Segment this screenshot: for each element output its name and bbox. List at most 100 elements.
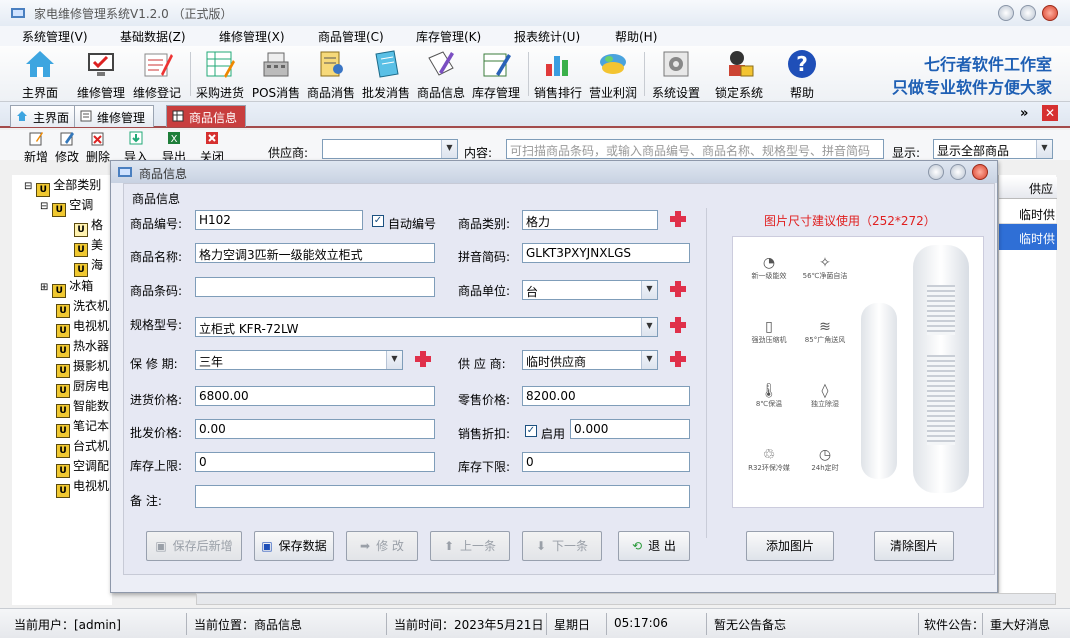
auto-code-checkbox[interactable]: ✓ <box>372 215 384 227</box>
tab-goods-info[interactable]: 商品信息 <box>166 105 247 127</box>
add-spec-icon[interactable] <box>668 315 688 335</box>
toolbar-lock-button[interactable]: 锁定系统 <box>712 48 766 100</box>
main-toolbar: 主界面 维修管理 维修登记 采购进货 POS消售 商品消售 批发消售 商品信息 … <box>0 46 1070 102</box>
wholesale-price-field[interactable]: 0.00 <box>195 419 435 439</box>
menu-base-data[interactable]: 基础数据(Z) <box>120 28 186 45</box>
pinyin-field[interactable]: GLKT3PXYJNXLGS <box>522 243 690 263</box>
tree-node[interactable]: U 摄影机 <box>56 356 109 378</box>
tree-node[interactable]: U 洗衣机 <box>56 296 109 318</box>
tree-node[interactable]: U 热水器 <box>56 336 109 358</box>
toolbar-stock-button[interactable]: 库存管理 <box>469 48 523 100</box>
tree-node[interactable]: U美 <box>74 235 103 257</box>
display-select[interactable]: 显示全部商品 ▼ <box>933 139 1053 159</box>
tab-repair[interactable]: 维修管理 <box>74 105 155 127</box>
grid-header[interactable]: 供应 <box>999 177 1057 199</box>
add-warranty-icon[interactable] <box>413 349 433 369</box>
tree-root[interactable]: ⊟ U 全部类别 <box>24 175 101 197</box>
tree-node[interactable]: ⊞ U 冰箱 <box>40 276 93 298</box>
add-supplier-icon[interactable] <box>668 349 688 369</box>
next-button[interactable]: ⬇ 下一条 <box>522 531 602 561</box>
barcode-field[interactable] <box>195 277 435 297</box>
menu-system[interactable]: 系统管理(V) <box>22 28 88 45</box>
unit-select[interactable]: 台 ▼ <box>522 280 658 300</box>
prev-button[interactable]: ⬆ 上一条 <box>430 531 510 561</box>
toolbar-help-button[interactable]: ? 帮助 <box>775 48 829 100</box>
supplier-field-label: 供 应 商: <box>458 357 506 371</box>
tree-node[interactable]: U 电视机 <box>56 316 109 338</box>
save-button[interactable]: ▣ 保存数据 <box>254 531 334 561</box>
tree-node[interactable]: U 智能数 <box>56 396 109 418</box>
discount-enable-checkbox[interactable]: ✓ <box>525 425 537 437</box>
tree-node[interactable]: U 笔记本 <box>56 416 109 438</box>
toolbar-purchase-button[interactable]: 采购进货 <box>193 48 247 100</box>
menu-goods[interactable]: 商品管理(C) <box>318 28 384 45</box>
toolbar-sales-rank-button[interactable]: 销售排行 <box>531 48 585 100</box>
tree-node[interactable]: U 电视机 <box>56 476 109 498</box>
add-button[interactable]: 新增 <box>22 130 50 165</box>
table-row[interactable]: 临时供 <box>999 202 1057 224</box>
close-button[interactable] <box>1042 5 1058 21</box>
search-input[interactable]: 可扫描商品条码，或输入商品编号、商品名称、规格型号、拼音简码 <box>506 139 884 159</box>
warranty-label: 保 修 期: <box>130 357 178 371</box>
tab-home[interactable]: 主界面 <box>10 105 79 127</box>
menu-help[interactable]: 帮助(H) <box>615 28 657 45</box>
table-row-selected[interactable]: 临时供 <box>999 224 1057 250</box>
toolbar-profit-button[interactable]: 营业利润 <box>586 48 640 100</box>
dialog-minimize-button[interactable] <box>928 164 944 180</box>
exit-button[interactable]: ⟲ 退 出 <box>618 531 690 561</box>
product-image[interactable]: ◔ 新一级能效 ✧ 56℃净菌自洁 ▯ 强劲压缩机 ≋ 85°广角送风 🌡 8℃保温 ◊ 独… <box>732 236 984 508</box>
menu-repair[interactable]: 维修管理(X) <box>219 28 285 45</box>
tree-node[interactable]: U 厨房电 <box>56 376 109 398</box>
tree-node[interactable]: U格 <box>74 215 103 237</box>
minimize-button[interactable] <box>998 5 1014 21</box>
edit-button[interactable]: 修改 <box>53 130 81 165</box>
remark-field[interactable] <box>195 485 690 508</box>
close-tab-icon[interactable]: ✕ <box>1042 105 1058 121</box>
toolbar-goods-sale-button[interactable]: 商品消售 <box>304 48 358 100</box>
menu-stock[interactable]: 库存管理(K) <box>416 28 481 45</box>
retail-price-field[interactable]: 8200.00 <box>522 386 690 406</box>
delete-button[interactable]: 删除 <box>84 130 112 165</box>
horizontal-scrollbar[interactable] <box>196 593 1056 605</box>
toolbar-home-button[interactable]: 主界面 <box>13 48 67 100</box>
name-field[interactable]: 格力空调3匹新一级能效立柜式 <box>195 243 435 263</box>
maximize-button[interactable] <box>1020 5 1036 21</box>
tree-node[interactable]: ⊟ U 空调 <box>40 195 93 217</box>
stock-lower-field[interactable]: 0 <box>522 452 690 472</box>
category-field[interactable]: 格力 <box>522 210 658 230</box>
chevron-down-icon: ▼ <box>641 318 657 336</box>
toolbar-settings-button[interactable]: 系统设置 <box>649 48 703 100</box>
stock-lower-label: 库存下限: <box>458 460 511 474</box>
modify-button[interactable]: ➡ 修 改 <box>346 531 418 561</box>
add-unit-icon[interactable] <box>668 279 688 299</box>
clear-image-button[interactable]: 清除图片 <box>874 531 954 561</box>
dialog-close-button[interactable] <box>972 164 988 180</box>
spec-select[interactable]: 立柜式 KFR-72LW ▼ <box>195 317 658 337</box>
add-category-icon[interactable] <box>668 209 688 229</box>
tree-node[interactable]: U海 <box>74 255 103 277</box>
discount-field[interactable]: 0.000 <box>570 419 690 439</box>
purchase-price-label: 进货价格: <box>130 393 183 407</box>
add-doc-icon <box>29 132 43 146</box>
purchase-price-field[interactable]: 6800.00 <box>195 386 435 406</box>
tree-node[interactable]: U 台式机 <box>56 436 109 458</box>
stock-upper-field[interactable]: 0 <box>195 452 435 472</box>
home-icon <box>17 111 27 121</box>
supplier-field-select[interactable]: 临时供应商 ▼ <box>522 350 658 370</box>
menu-report[interactable]: 报表统计(U) <box>514 28 580 45</box>
dialog-maximize-button[interactable] <box>950 164 966 180</box>
double-chevron-icon[interactable]: » <box>1020 106 1028 121</box>
code-field[interactable]: H102 <box>195 210 363 230</box>
warranty-select[interactable]: 三年 ▼ <box>195 350 403 370</box>
toolbar-goods-info-button[interactable]: 商品信息 <box>414 48 468 100</box>
supplier-select[interactable]: ▼ <box>322 139 458 159</box>
slogan-line-2: 只做专业软件方便大家 <box>891 78 1052 97</box>
save-and-new-button[interactable]: ▣ 保存后新增 <box>146 531 242 561</box>
toolbar-wholesale-button[interactable]: 批发消售 <box>359 48 413 100</box>
tree-node[interactable]: U 空调配 <box>56 456 109 478</box>
toolbar-pos-button[interactable]: POS消售 <box>249 48 303 100</box>
toolbar-repair-register-button[interactable]: 维修登记 <box>130 48 184 100</box>
status-news[interactable]: 重大好消息 <box>990 616 1050 633</box>
add-image-button[interactable]: 添加图片 <box>746 531 834 561</box>
toolbar-repair-manage-button[interactable]: 维修管理 <box>74 48 128 100</box>
